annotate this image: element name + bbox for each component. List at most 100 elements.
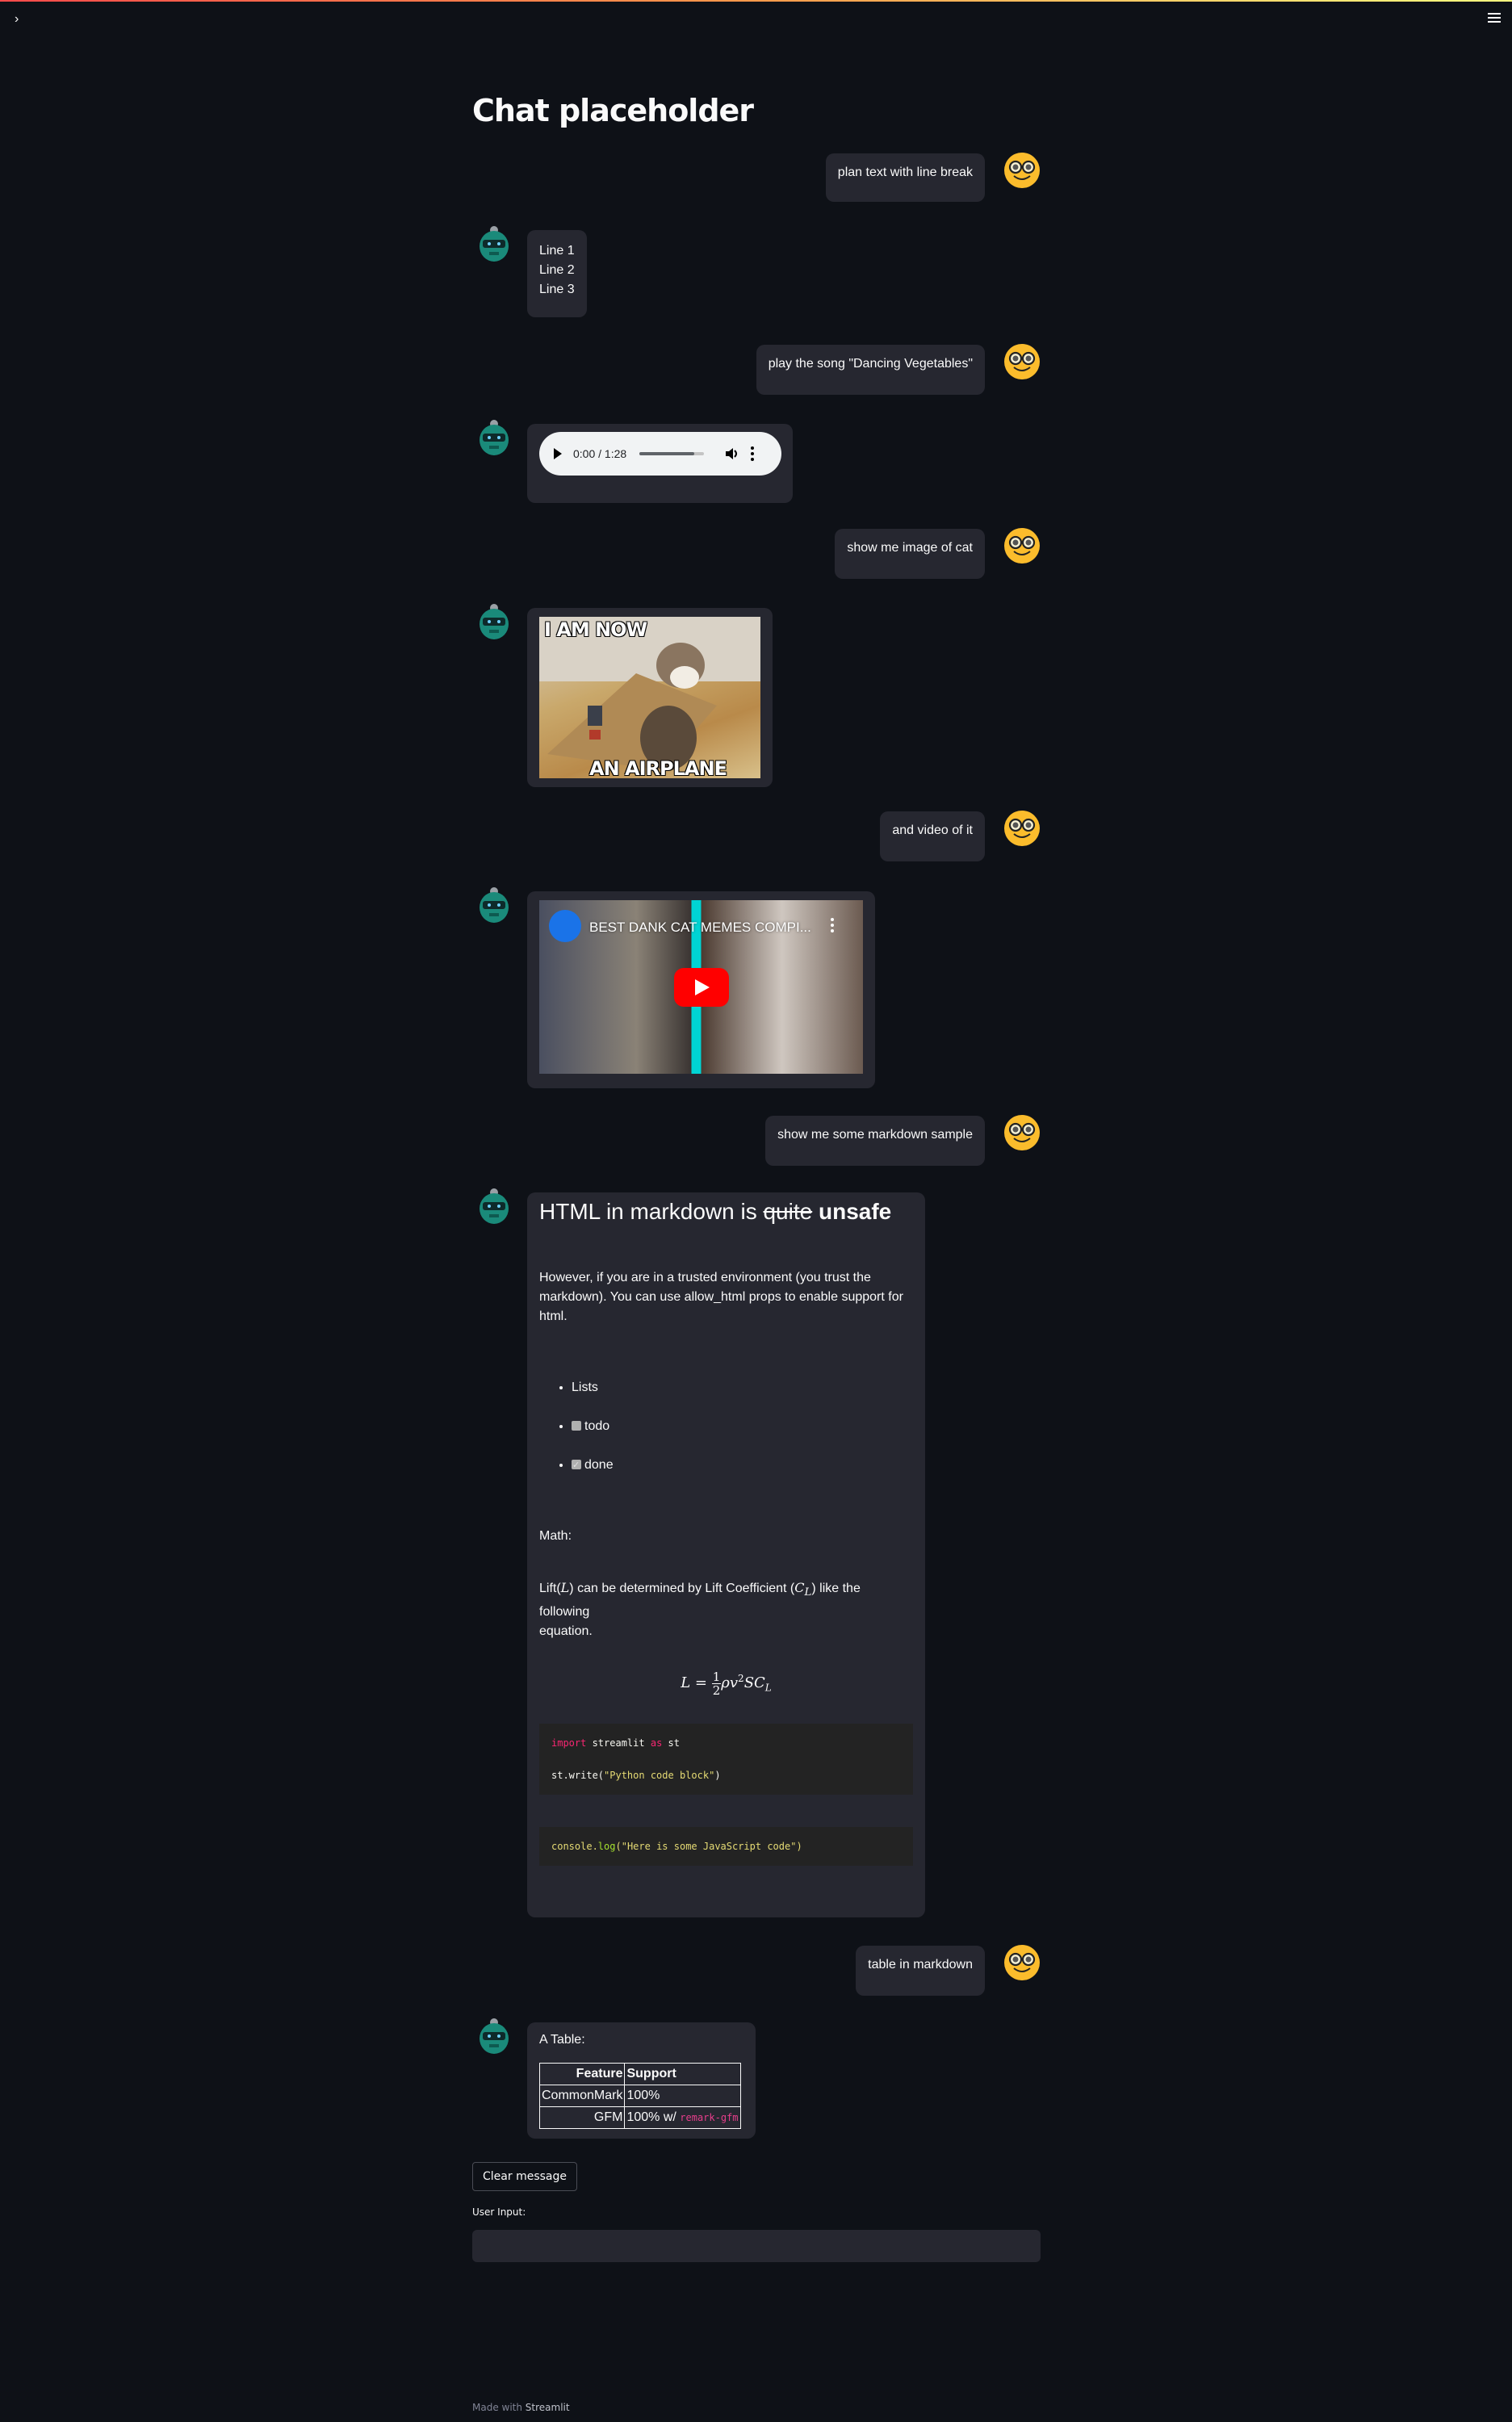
youtube-video-embed[interactable]: BEST DANK CAT MEMES COMPI...: [539, 900, 863, 1074]
top-decoration-bar: [0, 0, 1512, 2]
main-menu-hamburger-icon[interactable]: [1488, 13, 1501, 25]
nerd-face-icon: [1004, 344, 1040, 379]
cat-meme-image: I AM NOW AN AIRPLANE: [539, 617, 760, 778]
channel-avatar[interactable]: [549, 910, 581, 942]
message-text: show me image of cat: [847, 541, 973, 555]
markdown-paragraph: However, if you are in a trusted environ…: [539, 1271, 903, 1323]
clear-message-button[interactable]: Clear message: [472, 2162, 577, 2191]
message-line: Line 1: [539, 244, 575, 258]
eq-numerator: 1: [711, 1669, 722, 1684]
eq-subscript: L: [764, 1682, 772, 1694]
audio-player[interactable]: 0:00 / 1:28: [539, 432, 781, 476]
meme-caption-top: I AM NOW: [544, 618, 647, 641]
nerd-face-icon: [1004, 1945, 1040, 1980]
column-header: Feature: [538, 2063, 626, 2085]
eq-denominator: 2: [712, 1682, 721, 1698]
more-options-icon[interactable]: [831, 918, 834, 932]
text: following: [539, 1605, 590, 1620]
table-row: CommonMark 100%: [538, 2085, 741, 2107]
table-cell: 100% w/ remark-gfm: [624, 2106, 741, 2129]
text: Lift(: [539, 1582, 561, 1595]
message-line: Line 2: [539, 263, 575, 277]
message-bubble: plan text with line break: [825, 153, 985, 202]
code-text: console.: [551, 1840, 598, 1852]
code-text: st.write(: [551, 1769, 605, 1781]
volume-icon[interactable]: [723, 446, 739, 462]
nerd-face-icon: [1004, 528, 1040, 564]
heading-bold: unsafe: [818, 1199, 892, 1224]
list-item: Lists: [572, 1378, 913, 1397]
youtube-play-icon[interactable]: [674, 968, 729, 1007]
message-bubble: table in markdown: [856, 1946, 985, 1996]
message-bubble: play the song "Dancing Vegetables": [756, 345, 985, 395]
robot-icon: [480, 887, 509, 923]
markdown-bubble: HTML in markdown is quite unsafe However…: [527, 1192, 925, 1917]
video-title[interactable]: BEST DANK CAT MEMES COMPI...: [589, 918, 811, 937]
inline-code: remark-gfm: [680, 2112, 739, 2123]
text: ) like the: [811, 1582, 861, 1595]
cell-text: 100% w/: [626, 2110, 681, 2124]
table-row: GFM 100% w/ remark-gfm: [538, 2106, 741, 2129]
footer-text: Made with: [472, 2402, 526, 2413]
message-bubble: 0:00 / 1:28: [527, 424, 793, 503]
text: equation.: [539, 1624, 593, 1639]
math-label: Math:: [539, 1529, 572, 1543]
message-text: and video of it: [892, 823, 973, 837]
math-symbol: C: [794, 1580, 805, 1595]
message-line: Line 3: [539, 283, 575, 296]
message-text: play the song "Dancing Vegetables": [768, 357, 973, 371]
code-text: ): [796, 1840, 802, 1852]
text: ) can be determined by Lift Coefficient …: [569, 1582, 795, 1595]
math-var: CL: [794, 1580, 811, 1599]
python-code-block: import streamlit as st st.write("Python …: [539, 1723, 913, 1795]
code-keyword: as: [650, 1737, 663, 1749]
eq-lhs: L =: [681, 1674, 707, 1692]
message-bubble: A Table: Feature Support CommonMark 100%…: [527, 2022, 756, 2139]
code-string: "Here is some JavaScript code": [621, 1840, 797, 1852]
sidebar-toggle-chevron-right-icon[interactable]: ›: [15, 12, 19, 27]
play-icon[interactable]: [554, 448, 562, 459]
page-title: Chat placeholder: [472, 93, 754, 128]
message-bubble: BEST DANK CAT MEMES COMPI...: [527, 891, 875, 1088]
audio-seek-bar[interactable]: [639, 452, 705, 455]
code-string: "Python code block": [604, 1769, 715, 1781]
meme-caption-bottom: AN AIRPLANE: [589, 757, 727, 778]
eq-rho-v: ρv: [721, 1674, 739, 1692]
list-item-text: todo: [584, 1419, 610, 1433]
done-checkbox[interactable]: [572, 1456, 581, 1475]
code-text: st: [662, 1737, 680, 1749]
list-item-text: Lists: [572, 1381, 598, 1394]
todo-checkbox[interactable]: [572, 1421, 581, 1431]
math-var: L: [560, 1580, 570, 1595]
nerd-face-icon: [1004, 153, 1040, 188]
table-header-row: Feature Support: [538, 2063, 741, 2085]
eq-superscript: 2: [738, 1673, 744, 1685]
message-bubble: I AM NOW AN AIRPLANE: [527, 608, 773, 787]
message-text: show me some markdown sample: [777, 1128, 973, 1142]
user-input-label: User Input:: [472, 2206, 526, 2218]
table-cell: 100%: [624, 2085, 741, 2107]
eq-fraction: 12: [711, 1669, 722, 1698]
eq-sc: SC: [743, 1674, 765, 1692]
table-intro: A Table:: [539, 2033, 585, 2047]
markdown-heading: HTML in markdown is quite unsafe: [539, 1197, 913, 1226]
table-cell: GFM: [538, 2106, 626, 2129]
code-function: log: [597, 1840, 616, 1852]
column-header: Support: [624, 2063, 741, 2085]
more-options-icon[interactable]: [751, 446, 755, 461]
nerd-face-icon: [1004, 811, 1040, 846]
user-input-field[interactable]: [472, 2230, 1041, 2262]
cat-illustration: [539, 617, 760, 770]
streamlit-link[interactable]: Streamlit: [526, 2402, 570, 2413]
heading-text: HTML in markdown is: [539, 1199, 764, 1224]
code-text: ): [714, 1769, 721, 1781]
audio-time: 0:00 / 1:28: [573, 447, 627, 460]
message-bubble: show me some markdown sample: [765, 1116, 985, 1166]
nerd-face-icon: [1004, 1115, 1040, 1150]
robot-icon: [480, 226, 509, 262]
message-text: table in markdown: [868, 1958, 973, 1972]
message-text: plan text with line break: [837, 166, 973, 179]
list-item: todo: [572, 1417, 913, 1436]
table-cell: CommonMark: [538, 2085, 626, 2107]
list-item-text: done: [584, 1458, 614, 1472]
